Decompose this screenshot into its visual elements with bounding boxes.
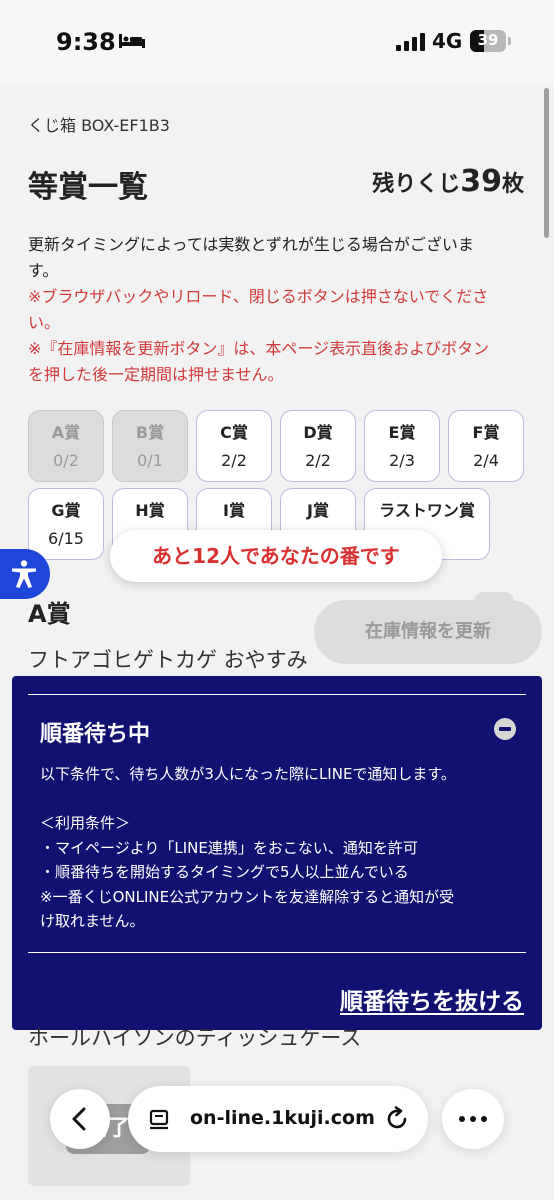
- queue-panel-line: 以下条件で、待ち人数が3人になった際にLINEで通知します。: [40, 765, 456, 783]
- remaining-label: 残りくじ: [372, 172, 461, 197]
- prize-count: 6/15: [48, 529, 84, 548]
- prize-cell-c[interactable]: C賞 2/2: [196, 410, 272, 482]
- remaining-count: 39: [460, 164, 502, 199]
- divider: [28, 694, 526, 695]
- prize-cell-a[interactable]: A賞 0/2: [28, 410, 104, 482]
- notice-line: 更新タイミングによっては実数とずれが生じる場合がございま: [28, 235, 474, 254]
- bed-icon: [119, 34, 145, 48]
- queue-panel-line: け取れません。: [40, 912, 145, 930]
- back-button[interactable]: [50, 1089, 110, 1149]
- prize-count: 2/2: [305, 451, 331, 470]
- prize-cell-g[interactable]: G賞 6/15: [28, 488, 104, 560]
- prize-count: 2/2: [221, 451, 247, 470]
- warning-line: ※『在庫情報を更新ボタン』は、本ページ表示直後およびボタン: [28, 339, 490, 358]
- notice-line: す。: [28, 261, 59, 280]
- cellular-signal-icon: [396, 31, 426, 51]
- more-icon: [481, 1116, 487, 1122]
- prize-cell-e[interactable]: E賞 2/3: [364, 410, 440, 482]
- more-button[interactable]: [442, 1089, 504, 1149]
- queue-waiting-panel: 順番待ち中 以下条件で、待ち人数が3人になった際にLINEで通知します。 ＜利用…: [12, 676, 542, 1030]
- prize-name: C賞: [220, 423, 248, 442]
- queue-position-toast: あと12人であなたの番です: [110, 530, 442, 582]
- queue-panel-title: 順番待ち中: [40, 722, 151, 747]
- queue-panel-line: [40, 787, 524, 812]
- accessibility-button[interactable]: [0, 549, 50, 599]
- remaining-tickets: 残りくじ 39 枚: [372, 164, 524, 199]
- prize-name: D賞: [303, 423, 333, 442]
- queue-panel-line: ＜利用条件＞: [40, 814, 131, 832]
- battery-level: 39: [477, 31, 499, 49]
- minus-circle-icon[interactable]: [494, 718, 516, 740]
- prize-name: B賞: [135, 423, 165, 442]
- more-icon: [459, 1116, 465, 1122]
- remaining-unit: 枚: [501, 172, 524, 197]
- warning-line: ※ブラウザバックやリロード、閉じるボタンは押さないでくださ: [28, 287, 489, 306]
- chevron-left-icon: [72, 1107, 86, 1131]
- battery-tip: [508, 37, 511, 45]
- prize-name: F賞: [472, 423, 500, 442]
- network-type: 4G: [432, 29, 463, 53]
- queue-panel-body: 以下条件で、待ち人数が3人になった際にLINEで通知します。 ＜利用条件＞ ・マ…: [40, 762, 524, 934]
- page-menu-icon: [149, 1109, 169, 1130]
- refresh-stock-button[interactable]: 在庫情報を更新: [314, 592, 542, 664]
- notice-text: 更新タイミングによっては実数とずれが生じる場合がございま す。 ※ブラウザバック…: [28, 232, 526, 388]
- prize-name: ラストワン賞: [379, 501, 475, 520]
- prize-cell-f[interactable]: F賞 2/4: [448, 410, 524, 482]
- warning-line: い。: [28, 313, 61, 332]
- more-icon: [470, 1116, 476, 1122]
- prize-count: 2/3: [389, 451, 415, 470]
- queue-panel-line: ・マイページより「LINE連携」をおこない、通知を許可: [40, 838, 418, 857]
- queue-panel-line: ※一番くじONLINE公式アカウントを友達解除すると通知が受: [40, 887, 455, 906]
- leave-queue-link[interactable]: 順番待ちを抜ける: [340, 982, 524, 1016]
- prize-name: I賞: [223, 501, 245, 520]
- status-bar: 9:38 4G 39: [0, 0, 554, 84]
- prize-cell-d[interactable]: D賞 2/2: [280, 410, 356, 482]
- prize-name: G賞: [51, 501, 81, 520]
- accessibility-icon: [12, 560, 36, 588]
- battery-icon: 39: [470, 30, 506, 52]
- queue-panel-line: ・順番待ちを開始するタイミングで5人以上並んでいる: [40, 863, 409, 881]
- page-title: 等賞一覧: [28, 170, 148, 205]
- breadcrumb: くじ箱 BOX-EF1B3: [28, 116, 170, 135]
- prize-description: ホールハイソンのティッシュケース: [28, 1026, 362, 1050]
- reload-icon[interactable]: [384, 1106, 410, 1132]
- prize-name: A賞: [51, 423, 81, 442]
- scrollbar[interactable]: [544, 88, 549, 238]
- clock: 9:38: [56, 28, 116, 56]
- divider: [28, 952, 526, 953]
- section-title: A賞: [28, 600, 71, 628]
- prize-count: 2/4: [473, 451, 499, 470]
- prize-cell-b[interactable]: B賞 0/1: [112, 410, 188, 482]
- address-bar[interactable]: on-line.1kuji.com: [128, 1086, 428, 1152]
- prize-name: J賞: [307, 501, 329, 520]
- prize-name: E賞: [388, 423, 416, 442]
- prize-count: 0/1: [137, 451, 163, 470]
- prize-count: 0/2: [53, 451, 79, 470]
- url-text: on-line.1kuji.com: [190, 1107, 375, 1129]
- warning-line: を押した後一定期間は押せません。: [28, 365, 284, 384]
- prize-name: H賞: [135, 501, 165, 520]
